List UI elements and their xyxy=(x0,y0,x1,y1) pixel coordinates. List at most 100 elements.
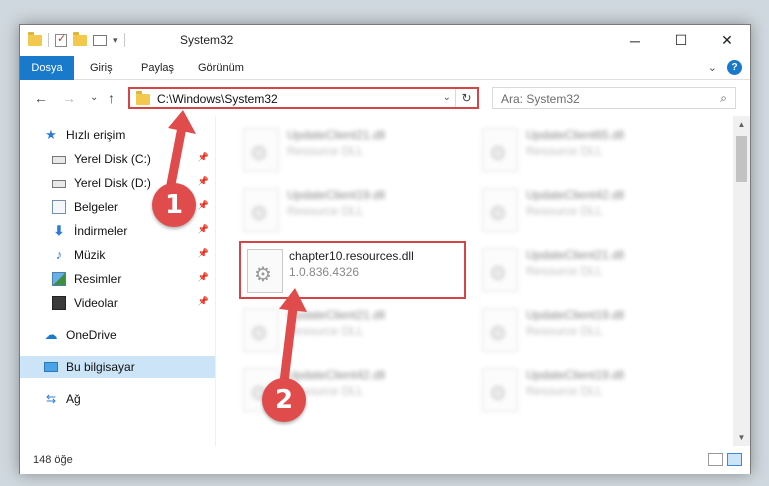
file-name: UpdateClient19.dll xyxy=(526,308,625,322)
dll-file-icon xyxy=(482,128,518,172)
qat-dropdown-icon[interactable]: ▾ xyxy=(113,35,118,46)
scroll-down-icon[interactable]: ▼ xyxy=(733,429,750,446)
file-type: Resource DLL xyxy=(287,324,364,338)
onedrive-cloud-icon: ☁ xyxy=(44,327,58,342)
item-count: 148 öğe xyxy=(33,454,73,466)
sidebar-item-onedrive[interactable]: ☁ OneDrive xyxy=(20,324,215,346)
tab-view[interactable]: Görünüm xyxy=(198,56,244,80)
sidebar-item-this-pc[interactable]: Bu bilgisayar xyxy=(20,356,215,378)
address-dropdown-icon[interactable]: ⌄ xyxy=(443,92,451,103)
folder-icon xyxy=(136,91,150,105)
search-box[interactable]: Ara: System32 ⌕ xyxy=(492,87,736,109)
file-version: 1.0.836.4326 xyxy=(289,265,360,279)
tab-home[interactable]: Giriş xyxy=(90,56,113,80)
sidebar-item-label: Belgeler xyxy=(74,200,119,214)
scroll-up-icon[interactable]: ▲ xyxy=(733,116,750,133)
refresh-icon[interactable]: ↻ xyxy=(455,89,477,107)
title-bar: ▾ System32 ─ ☐ ✕ xyxy=(20,25,750,56)
pictures-icon xyxy=(52,272,66,286)
sidebar-item-label: Yerel Disk (D:) xyxy=(74,176,151,190)
address-bar[interactable]: C:\Windows\System32 ⌄ ↻ xyxy=(128,87,479,109)
sidebar-item-label: Yerel Disk (C:) xyxy=(74,152,151,166)
file-name: UpdateClient42.dll xyxy=(526,188,625,202)
list-item[interactable]: UpdateClient21.dll Resource DLL xyxy=(239,122,467,178)
scrollbar-thumb[interactable] xyxy=(736,136,747,182)
sidebar-item-quick-access[interactable]: ★ Hızlı erişim xyxy=(20,124,215,146)
vertical-scrollbar[interactable]: ▲ ▼ xyxy=(733,116,750,446)
ribbon-collapse-icon[interactable]: ⌄ xyxy=(708,61,717,74)
file-name: UpdateClient42.dll xyxy=(287,368,386,382)
navigation-bar: ← → ⌄ ↑ C:\Windows\System32 ⌄ ↻ Ara: Sys… xyxy=(20,81,750,115)
list-item[interactable]: UpdateClient65.dll Resource DLL xyxy=(478,122,706,178)
recent-locations-icon[interactable]: ⌄ xyxy=(90,92,98,103)
up-arrow-icon[interactable]: ↑ xyxy=(108,90,115,106)
sidebar-item-pictures[interactable]: Resimler 📌 xyxy=(20,268,215,290)
sidebar-item-music[interactable]: ♪ Müzik 📌 xyxy=(20,244,215,266)
folder-icon[interactable] xyxy=(28,31,42,46)
toolbar-separator xyxy=(48,33,49,47)
step-2-badge: 2 xyxy=(262,378,306,422)
pin-icon[interactable]: 📌 xyxy=(198,272,209,283)
help-icon[interactable]: ? xyxy=(727,60,742,75)
file-type: Resource DLL xyxy=(526,264,603,278)
view-toggle xyxy=(708,453,742,466)
toolbar-separator xyxy=(123,33,125,47)
pin-icon[interactable]: 📌 xyxy=(198,176,209,187)
file-name: UpdateClient19.dll xyxy=(287,188,386,202)
step-1-badge: 1 xyxy=(152,183,196,227)
sidebar-item-label: Ağ xyxy=(66,392,81,406)
dll-file-icon xyxy=(247,249,283,293)
tab-share[interactable]: Paylaş xyxy=(141,56,174,80)
file-name: UpdateClient19.dll xyxy=(526,368,625,382)
dll-file-icon xyxy=(243,188,279,232)
list-item[interactable]: UpdateClient19.dll Resource DLL xyxy=(239,182,467,238)
music-note-icon: ♪ xyxy=(55,247,63,262)
list-item[interactable]: UpdateClient19.dll Resource DLL xyxy=(478,302,706,358)
forward-arrow-icon[interactable]: → xyxy=(62,90,76,106)
pin-icon[interactable]: 📌 xyxy=(198,248,209,259)
dll-file-icon xyxy=(482,308,518,352)
large-icons-view-icon[interactable] xyxy=(727,453,742,466)
network-icon: ⇆ xyxy=(45,392,57,406)
search-input[interactable]: Ara: System32 xyxy=(501,92,580,106)
sidebar-item-videos[interactable]: Videolar 📌 xyxy=(20,292,215,314)
file-name: UpdateClient21.dll xyxy=(287,308,386,322)
close-button[interactable]: ✕ xyxy=(704,25,750,56)
local-disk-icon xyxy=(52,180,66,188)
file-type: Resource DLL xyxy=(526,384,603,398)
tab-file[interactable]: Dosya xyxy=(20,56,74,80)
pin-icon[interactable]: 📌 xyxy=(198,224,209,235)
back-arrow-icon[interactable]: ← xyxy=(34,90,48,106)
explorer-window: ▾ System32 ─ ☐ ✕ Dosya Giriş Paylaş Görü… xyxy=(19,24,751,474)
address-path[interactable]: C:\Windows\System32 xyxy=(157,92,278,106)
window-title: System32 xyxy=(180,33,234,47)
properties-check-icon[interactable] xyxy=(55,32,67,47)
sidebar-item-label: Müzik xyxy=(74,248,106,262)
pin-icon[interactable]: 📌 xyxy=(198,200,209,211)
sidebar-item-local-disk-c[interactable]: Yerel Disk (C:) 📌 xyxy=(20,148,215,170)
highlighted-file-item[interactable]: chapter10.resources.dll 1.0.836.4326 xyxy=(239,241,466,299)
list-item[interactable]: UpdateClient21.dll Resource DLL xyxy=(239,302,467,358)
maximize-button[interactable]: ☐ xyxy=(658,25,704,56)
minimize-button[interactable]: ─ xyxy=(612,25,658,56)
dll-file-icon xyxy=(482,248,518,292)
list-item[interactable]: UpdateClient42.dll Resource DLL xyxy=(478,182,706,238)
file-type: Resource DLL xyxy=(287,144,364,158)
videos-icon xyxy=(52,296,66,310)
customize-view-icon[interactable] xyxy=(93,34,107,46)
pin-icon[interactable]: 📌 xyxy=(198,152,209,163)
list-item[interactable]: UpdateClient19.dll Resource DLL xyxy=(478,362,706,418)
pin-icon[interactable]: 📌 xyxy=(198,296,209,307)
file-name: chapter10.resources.dll xyxy=(289,249,414,263)
dll-file-icon xyxy=(482,188,518,232)
search-icon[interactable]: ⌕ xyxy=(720,91,727,106)
list-item[interactable]: UpdateClient21.dll Resource DLL xyxy=(478,242,706,298)
file-type: Resource DLL xyxy=(287,204,364,218)
documents-icon xyxy=(52,200,66,214)
sidebar-item-label: OneDrive xyxy=(66,328,117,342)
this-pc-icon xyxy=(44,362,58,372)
new-folder-icon[interactable] xyxy=(73,31,87,46)
details-view-icon[interactable] xyxy=(708,453,723,466)
sidebar-item-network[interactable]: ⇆ Ağ xyxy=(20,388,215,410)
file-name: UpdateClient21.dll xyxy=(287,128,386,142)
